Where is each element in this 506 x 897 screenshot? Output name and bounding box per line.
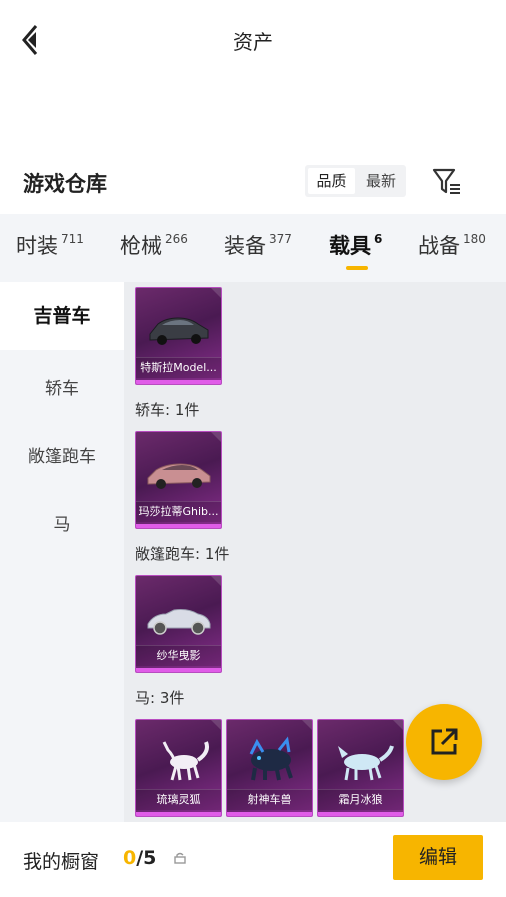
tab-vehicles[interactable]: 载具 6 — [329, 230, 382, 260]
share-icon — [431, 728, 458, 755]
tab-label: 枪械 — [120, 234, 162, 258]
tab-fashion[interactable]: 时装 711 — [16, 230, 84, 260]
item-card[interactable]: 射神车兽 — [226, 719, 313, 817]
sort-quality-button[interactable]: 品质 — [308, 168, 355, 194]
bottom-bar: 我的橱窗 0/5 编辑 — [0, 822, 506, 897]
filter-button[interactable] — [430, 164, 464, 198]
group-label-convertible: 敞篷跑车: 1件 — [135, 545, 230, 563]
item-card[interactable]: 霜月冰狼 — [317, 719, 404, 817]
tab-label: 战备 — [418, 234, 460, 258]
car-thumbnail — [147, 463, 211, 489]
lock-icon — [174, 852, 186, 864]
sidebar-item-sedan[interactable]: 轿车 — [0, 374, 124, 399]
edit-button[interactable]: 编辑 — [393, 835, 483, 880]
sidebar-item-jeep[interactable]: 吉普车 — [0, 282, 124, 350]
group-label-sedan: 轿车: 1件 — [135, 401, 200, 419]
item-name: 琉璃灵狐 — [136, 789, 221, 810]
item-name: 特斯拉Model... — [136, 357, 221, 378]
sort-latest-button[interactable]: 最新 — [358, 168, 404, 194]
tab-count: 711 — [61, 232, 84, 246]
item-name: 纱华曳影 — [136, 645, 221, 666]
beast-thumbnail — [249, 736, 293, 781]
item-card[interactable]: 特斯拉Model... — [135, 287, 222, 385]
tab-label: 载具 — [329, 234, 371, 258]
item-card[interactable]: 纱华曳影 — [135, 575, 222, 673]
showcase-total: /5 — [136, 847, 157, 869]
share-button[interactable] — [406, 704, 482, 780]
category-tabs: 时装 711 枪械 266 装备 377 载具 6 战备 180 — [0, 214, 506, 282]
tab-firearms[interactable]: 枪械 266 — [120, 230, 188, 260]
showcase-current: 0 — [123, 847, 137, 869]
item-name: 射神车兽 — [227, 789, 312, 810]
sidebar-item-convertible[interactable]: 敞篷跑车 — [0, 442, 124, 467]
car-thumbnail — [147, 609, 211, 635]
wolf-thumbnail — [338, 745, 394, 781]
item-name: 霜月冰狼 — [318, 789, 403, 810]
sidebar-item-horse[interactable]: 马 — [0, 510, 124, 535]
tab-label: 时装 — [16, 234, 58, 258]
showcase-label: 我的橱窗 — [23, 851, 100, 873]
section-row: 游戏仓库 品质 最新 — [0, 160, 506, 204]
filter-icon — [432, 168, 460, 194]
header: 资产 — [0, 0, 506, 80]
item-card[interactable]: 玛莎拉蒂Ghib... — [135, 431, 222, 529]
item-card[interactable]: 琉璃灵狐 — [135, 719, 222, 817]
section-title: 游戏仓库 — [23, 172, 107, 196]
group-label-horse: 马: 3件 — [135, 689, 185, 707]
showcase-count: 0/5 — [123, 847, 156, 869]
tab-label: 装备 — [224, 234, 266, 258]
tab-combat-supplies[interactable]: 战备 180 — [418, 230, 486, 260]
active-tab-indicator — [346, 266, 368, 270]
tab-equipment[interactable]: 装备 377 — [224, 230, 292, 260]
item-name: 玛莎拉蒂Ghib... — [136, 501, 221, 522]
sort-toggle: 品质 最新 — [305, 165, 406, 197]
page-title: 资产 — [233, 30, 273, 54]
car-thumbnail — [149, 317, 209, 345]
vehicle-type-sidebar: 吉普车 轿车 敞篷跑车 马 — [0, 282, 124, 822]
tab-count: 377 — [269, 232, 292, 246]
fox-thumbnail — [162, 741, 209, 781]
tab-count: 266 — [165, 232, 188, 246]
tab-count: 6 — [374, 232, 383, 246]
tab-count: 180 — [463, 232, 486, 246]
